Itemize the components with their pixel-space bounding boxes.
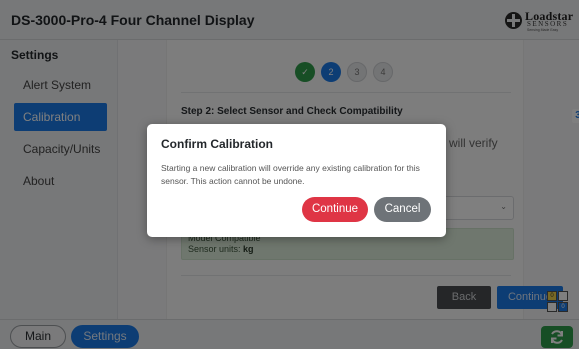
dialog-message: Starting a new calibration will override… xyxy=(161,163,420,186)
continue-button[interactable]: Continue xyxy=(302,197,368,222)
dialog-title: Confirm Calibration xyxy=(161,137,274,151)
confirm-calibration-dialog: Confirm Calibration Starting a new calib… xyxy=(147,124,446,237)
cancel-button[interactable]: Cancel xyxy=(374,197,431,222)
